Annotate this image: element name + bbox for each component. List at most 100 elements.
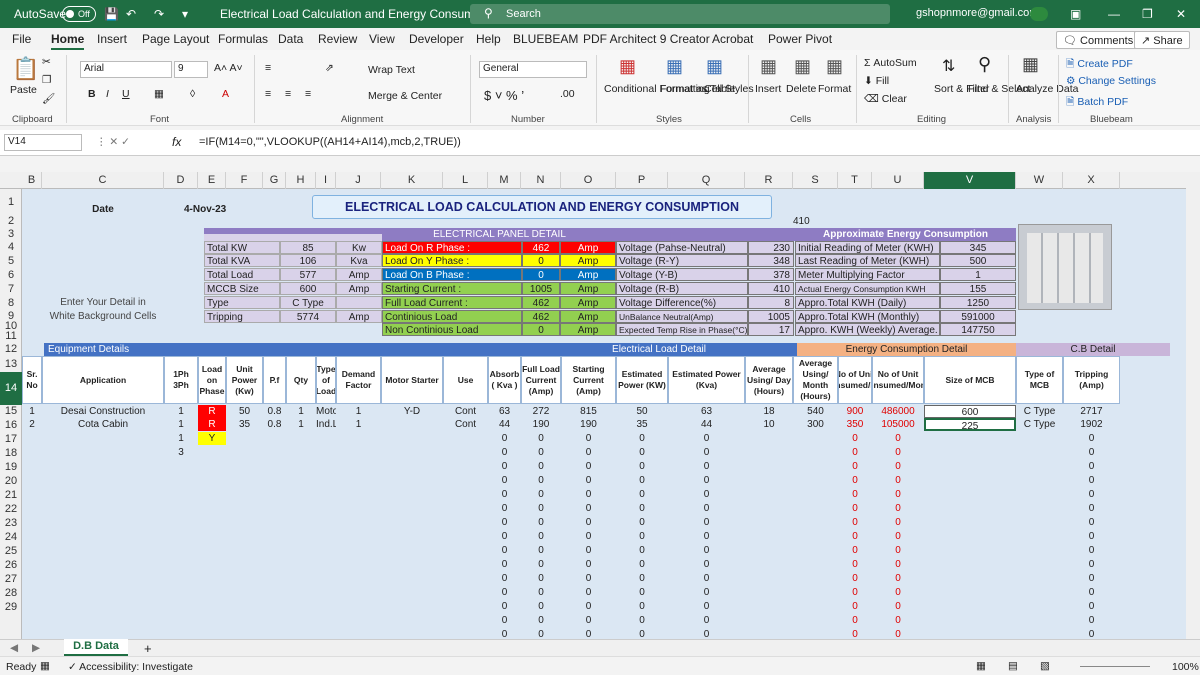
tab-home[interactable]: Home xyxy=(51,32,85,50)
voltage-value[interactable]: 410 xyxy=(748,282,794,295)
table-cell[interactable]: 0 xyxy=(616,516,668,528)
share-button[interactable]: ↗ Share xyxy=(1134,31,1190,49)
table-cell[interactable]: 0 xyxy=(872,572,924,584)
table-cell[interactable]: 225 xyxy=(924,418,1016,431)
wrap-text-button[interactable]: Wrap Text xyxy=(368,64,415,76)
table-cell[interactable]: 0 xyxy=(668,572,745,584)
row-header-24[interactable]: 24 xyxy=(0,530,22,544)
format-painter-icon[interactable]: 🖌 xyxy=(42,92,55,105)
delete-button[interactable]: Delete xyxy=(786,83,816,95)
autosum-button[interactable]: Σ AutoSum xyxy=(864,57,917,69)
font-color-icon[interactable]: A xyxy=(222,88,229,100)
tab-file[interactable]: File xyxy=(12,32,31,46)
comments-button[interactable]: 🗨 Comments xyxy=(1056,31,1141,49)
row-header-3[interactable]: 3 xyxy=(0,228,22,241)
table-cell[interactable]: 0 xyxy=(838,558,872,570)
align-left-icon[interactable]: ≡ xyxy=(265,88,271,100)
table-cell[interactable]: 0 xyxy=(561,614,616,626)
bold-icon[interactable]: B xyxy=(88,88,96,100)
phase-value[interactable]: 0 xyxy=(522,268,560,281)
tab-page-layout[interactable]: Page Layout xyxy=(142,32,209,46)
cell-styles-icon[interactable]: ▦ xyxy=(706,56,723,77)
row-header-15[interactable]: 15 xyxy=(0,405,22,418)
row-header-14[interactable]: 14 xyxy=(0,372,22,405)
table-cell[interactable]: 0 xyxy=(561,432,616,444)
table-cell[interactable]: 0 xyxy=(616,488,668,500)
voltage-value[interactable]: 8 xyxy=(748,296,794,309)
row-header-12[interactable]: 12 xyxy=(0,343,22,356)
row-header-2[interactable]: 2 xyxy=(0,215,22,228)
table-cell[interactable]: 0 xyxy=(521,516,561,528)
table-cell[interactable]: 0 xyxy=(838,600,872,612)
table-cell[interactable]: 105000 xyxy=(872,418,924,431)
column-header-B[interactable]: B xyxy=(22,172,42,189)
voltage-value[interactable]: 1005 xyxy=(748,310,794,323)
table-cell[interactable]: 0 xyxy=(616,432,668,444)
table-cell[interactable]: 0 xyxy=(616,460,668,472)
table-cell[interactable]: 0 xyxy=(1063,600,1120,612)
table-cell[interactable]: 0 xyxy=(561,502,616,514)
tab-data[interactable]: Data xyxy=(278,32,303,46)
table-cell[interactable]: 0 xyxy=(872,446,924,458)
table-cell[interactable]: 0 xyxy=(561,530,616,542)
name-box[interactable]: V14 xyxy=(4,134,82,151)
column-header-O[interactable]: O xyxy=(561,172,616,189)
table-cell[interactable]: 0 xyxy=(872,460,924,472)
formula-input[interactable]: =IF(M14=0,"",VLOOKUP((AH14+AI14),mcb,2,T… xyxy=(196,132,1184,154)
voltage-value[interactable]: 348 xyxy=(748,254,794,267)
table-cell[interactable]: 0 xyxy=(616,558,668,570)
table-cell[interactable]: 900 xyxy=(838,405,872,418)
column-header-K[interactable]: K xyxy=(381,172,443,189)
table-cell[interactable]: 815 xyxy=(561,405,616,418)
row-header-22[interactable]: 22 xyxy=(0,502,22,516)
column-header-V[interactable]: V xyxy=(924,172,1016,189)
table-cell[interactable]: 0 xyxy=(838,530,872,542)
table-cell[interactable]: 0 xyxy=(561,572,616,584)
table-cell[interactable]: 0 xyxy=(521,446,561,458)
column-header-R[interactable]: R xyxy=(745,172,793,189)
tab-formulas[interactable]: Formulas xyxy=(218,32,268,46)
row-header-7[interactable]: 7 xyxy=(0,282,22,296)
column-header-D[interactable]: D xyxy=(164,172,198,189)
table-cell[interactable]: 0 xyxy=(616,600,668,612)
table-cell[interactable]: 0 xyxy=(838,572,872,584)
table-cell[interactable]: 0 xyxy=(1063,614,1120,626)
voltage-value[interactable]: 378 xyxy=(748,268,794,281)
table-cell[interactable]: 0 xyxy=(521,488,561,500)
zoom-level[interactable]: 100% xyxy=(1172,661,1199,673)
paste-button[interactable]: Paste xyxy=(10,84,37,96)
table-cell[interactable]: 0 xyxy=(1063,446,1120,458)
tab-view[interactable]: View xyxy=(369,32,395,46)
energy-value[interactable]: 155 xyxy=(940,282,1016,295)
italic-icon[interactable]: I xyxy=(106,88,109,100)
phase-value[interactable]: 462 xyxy=(522,241,560,254)
table-cell[interactable]: 0 xyxy=(561,600,616,612)
table-cell[interactable]: 540 xyxy=(793,405,838,418)
table-cell[interactable]: 35 xyxy=(616,418,668,431)
merge-center-button[interactable]: Merge & Center xyxy=(368,90,442,102)
table-cell[interactable]: 0 xyxy=(561,460,616,472)
align-center-icon[interactable]: ≡ xyxy=(285,88,291,100)
column-header-J[interactable]: J xyxy=(336,172,381,189)
tab-power-pivot[interactable]: Power Pivot xyxy=(768,32,832,46)
table-cell[interactable]: 0 xyxy=(521,614,561,626)
column-header-H[interactable]: H xyxy=(286,172,316,189)
row-header-11[interactable]: 11 xyxy=(0,330,22,343)
table-cell[interactable]: 486000 xyxy=(872,405,924,418)
phase-value[interactable]: 1005 xyxy=(522,282,560,295)
table-cell[interactable]: 0 xyxy=(668,474,745,486)
table-cell[interactable]: 0 xyxy=(1063,460,1120,472)
table-cell[interactable]: 0 xyxy=(838,446,872,458)
summary-value[interactable]: C Type xyxy=(280,296,336,309)
redo-icon[interactable]: ↷ xyxy=(154,7,164,21)
table-cell[interactable]: 190 xyxy=(561,418,616,431)
column-header-M[interactable]: M xyxy=(488,172,521,189)
underline-icon[interactable]: U xyxy=(122,88,130,100)
fill-color-icon[interactable]: ◊ xyxy=(190,88,195,100)
search-box[interactable]: ⚲ Search xyxy=(470,4,890,24)
table-cell[interactable]: 0 xyxy=(1063,628,1120,639)
copy-icon[interactable]: ❐ xyxy=(42,74,51,86)
scroll-right-icon[interactable]: ▶ xyxy=(32,642,40,654)
table-cell[interactable]: 300 xyxy=(793,418,838,431)
table-cell[interactable]: 18 xyxy=(745,405,793,418)
